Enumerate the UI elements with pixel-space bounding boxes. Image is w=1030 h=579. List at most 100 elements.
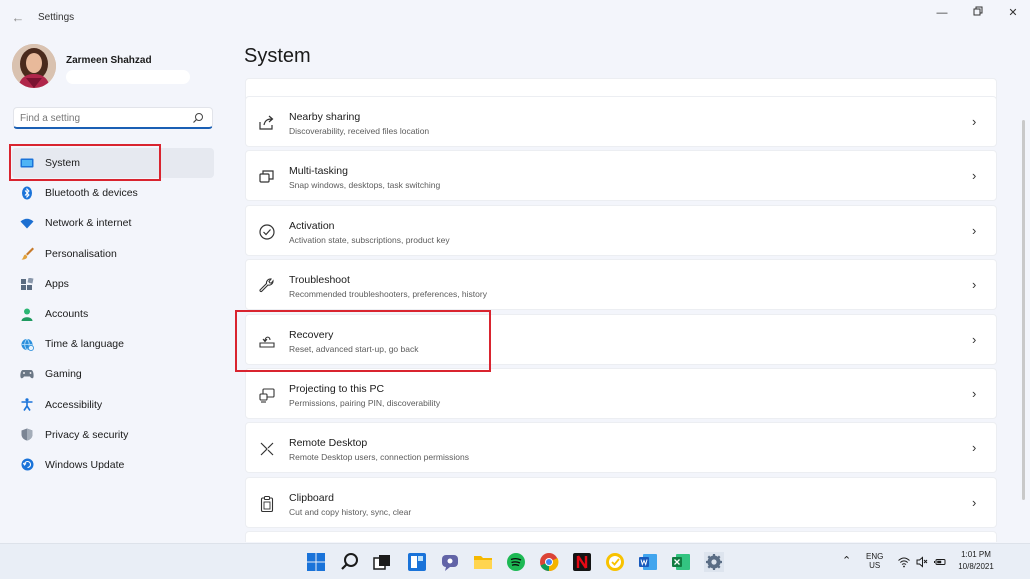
file-explorer-icon[interactable]	[473, 552, 493, 572]
settings-card-nearby-sharing[interactable]: Nearby sharing Discoverability, received…	[245, 96, 997, 147]
clock[interactable]: 1:01 PM 10/8/2021	[956, 550, 996, 571]
card-description: Remote Desktop users, connection permiss…	[289, 452, 469, 463]
search-icon[interactable]	[340, 552, 360, 572]
minimize-button[interactable]: —	[932, 6, 952, 20]
chrome-icon[interactable]	[539, 552, 559, 572]
user-email-redacted	[66, 70, 190, 84]
sidebar-item-bluetooth[interactable]: Bluetooth & devices	[12, 178, 214, 208]
annotation-highlight-system	[9, 144, 161, 181]
word-icon[interactable]	[638, 552, 658, 572]
sidebar-item-accessibility[interactable]: Accessibility	[12, 390, 214, 420]
scrollbar[interactable]	[1022, 120, 1025, 500]
update-icon	[20, 458, 34, 472]
taskbar: ⌃ ENG US 1:01 PM 10/8/2021	[0, 543, 1030, 579]
netflix-icon[interactable]	[572, 552, 592, 572]
check-circle-icon	[259, 224, 275, 240]
sidebar-item-label: Bluetooth & devices	[45, 187, 138, 200]
sidebar-item-label: Accounts	[45, 308, 89, 321]
chat-icon[interactable]	[440, 552, 460, 572]
sidebar-item-privacy-security[interactable]: Privacy & security	[12, 420, 214, 450]
sidebar-item-accounts[interactable]: Accounts	[12, 299, 214, 329]
globe-clock-icon	[20, 337, 34, 351]
gamepad-icon	[20, 367, 34, 381]
chevron-right-icon: ›	[972, 494, 977, 510]
share-icon	[259, 115, 274, 130]
settings-card-clipboard[interactable]: Clipboard Cut and copy history, sync, cl…	[245, 476, 997, 528]
settings-card-multi-tasking[interactable]: Multi-tasking Snap windows, desktops, ta…	[245, 150, 997, 202]
card-description: Cut and copy history, sync, clear	[289, 506, 412, 517]
settings-card-troubleshoot[interactable]: Troubleshoot Recommended troubleshooters…	[245, 259, 997, 311]
card-description: Recommended troubleshooters, preferences…	[289, 289, 487, 300]
brush-icon	[20, 247, 34, 261]
settings-card-partial-bottom[interactable]	[245, 531, 997, 542]
restore-icon	[973, 6, 983, 16]
settings-card-projecting[interactable]: Projecting to this PC Permissions, pairi…	[245, 368, 997, 419]
clock-date: 10/8/2021	[958, 562, 994, 571]
search-icon[interactable]	[192, 112, 204, 124]
window-title: Settings	[38, 12, 75, 23]
avatar[interactable]	[12, 44, 56, 88]
title-bar: ← Settings — ✕	[0, 0, 1030, 36]
chevron-right-icon: ›	[972, 168, 977, 184]
sidebar-item-apps[interactable]: Apps	[12, 269, 214, 299]
keyboard-region: US	[869, 561, 881, 570]
settings-list: Nearby sharing Discoverability, received…	[245, 42, 997, 542]
task-view-icon[interactable]	[372, 552, 392, 572]
search-input[interactable]	[20, 111, 190, 125]
sidebar-item-gaming[interactable]: Gaming	[12, 359, 214, 389]
language-indicator[interactable]: ENG US	[866, 552, 883, 570]
card-description: Discoverability, received files location	[289, 126, 430, 136]
profile-photo	[12, 44, 56, 88]
settings-card-remote-desktop[interactable]: Remote Desktop Remote Desktop users, con…	[245, 422, 997, 474]
remote-desktop-icon	[260, 442, 274, 456]
chevron-right-icon: ›	[972, 114, 977, 129]
card-title: Troubleshoot	[289, 274, 350, 287]
volume-muted-icon[interactable]	[916, 556, 928, 568]
clipboard-icon	[260, 495, 274, 512]
clock-time: 1:01 PM	[961, 550, 991, 559]
settings-card-activation[interactable]: Activation Activation state, subscriptio…	[245, 204, 997, 256]
card-title: Multi-tasking	[289, 165, 348, 178]
chevron-right-icon: ›	[972, 277, 977, 293]
sidebar-item-windows-update[interactable]: Windows Update	[12, 450, 214, 480]
chevron-up-icon[interactable]: ⌃	[842, 554, 851, 567]
widgets-icon[interactable]	[407, 552, 427, 572]
card-description: Activation state, subscriptions, product…	[289, 234, 450, 245]
project-icon	[259, 388, 275, 403]
sidebar-nav: System Bluetooth & devices Network & int…	[12, 148, 214, 480]
card-title: Projecting to this PC	[289, 383, 385, 395]
sidebar-item-label: Network & internet	[45, 217, 132, 230]
excel-icon[interactable]	[671, 552, 691, 572]
sidebar-item-time-language[interactable]: Time & language	[12, 329, 214, 359]
sidebar-item-label: Apps	[45, 277, 69, 290]
sidebar-item-personalisation[interactable]: Personalisation	[12, 239, 214, 269]
restore-button[interactable]	[968, 6, 988, 20]
multitask-icon	[259, 170, 274, 183]
chevron-right-icon: ›	[972, 386, 977, 401]
wifi-icon[interactable]	[898, 556, 910, 568]
battery-icon[interactable]	[934, 556, 946, 568]
chevron-right-icon: ›	[972, 440, 977, 456]
card-description: Permissions, pairing PIN, discoverabilit…	[289, 398, 441, 408]
start-icon[interactable]	[306, 552, 326, 572]
user-name: Zarmeen Shahzad	[66, 55, 152, 66]
person-icon	[20, 307, 34, 321]
back-arrow-icon[interactable]: ←	[10, 10, 26, 26]
card-title: Remote Desktop	[289, 437, 368, 450]
norton-icon[interactable]	[605, 552, 625, 572]
language-code: ENG	[866, 552, 884, 561]
annotation-highlight-recovery	[235, 310, 491, 372]
card-title: Nearby sharing	[289, 111, 361, 123]
bluetooth-icon	[20, 186, 34, 200]
search-field[interactable]	[13, 107, 213, 129]
sidebar-item-label: Privacy & security	[45, 428, 129, 441]
close-button[interactable]: ✕	[1003, 6, 1023, 20]
settings-icon[interactable]	[704, 552, 724, 572]
sidebar-item-label: Personalisation	[45, 247, 117, 260]
card-title: Activation	[289, 219, 335, 232]
shield-icon	[20, 428, 34, 442]
spotify-icon[interactable]	[506, 552, 526, 572]
card-description: Snap windows, desktops, task switching	[289, 180, 441, 191]
wrench-icon	[259, 278, 274, 293]
sidebar-item-network[interactable]: Network & internet	[12, 208, 214, 238]
